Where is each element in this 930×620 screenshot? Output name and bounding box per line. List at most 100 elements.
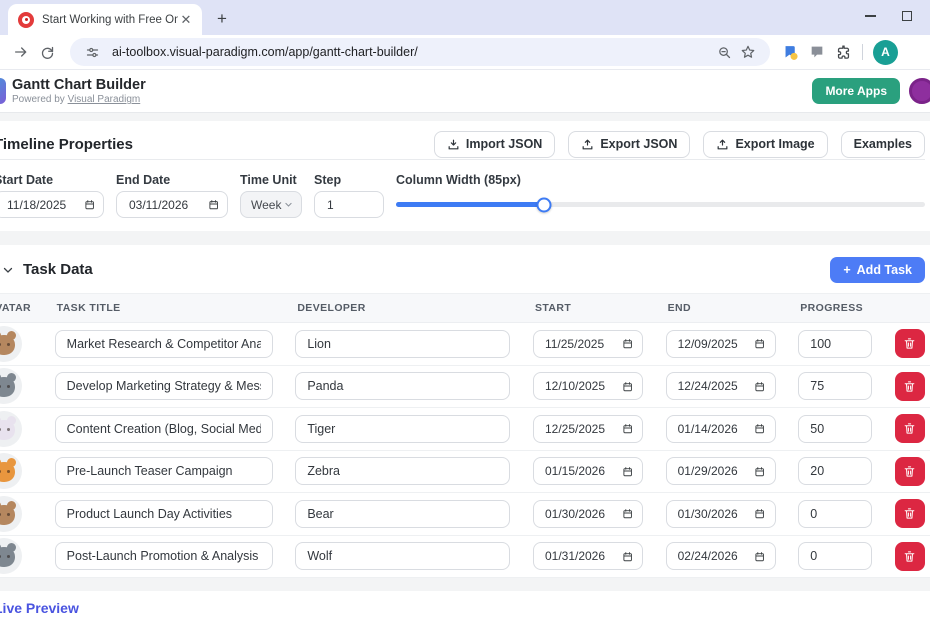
page-viewport: Gantt Chart Builder Powered by Visual Pa… xyxy=(0,70,930,620)
more-apps-button[interactable]: More Apps xyxy=(812,78,900,104)
import-json-button[interactable]: Import JSON xyxy=(434,131,555,158)
developer-input[interactable] xyxy=(295,415,510,443)
time-unit-select[interactable]: Week xyxy=(240,191,302,218)
start-date-input[interactable] xyxy=(545,337,622,351)
calendar-icon[interactable] xyxy=(754,337,765,350)
new-tab-button[interactable]: + xyxy=(210,7,234,31)
end-date-input[interactable] xyxy=(678,549,755,563)
bookmark-star-icon[interactable] xyxy=(736,40,760,64)
add-task-button[interactable]: + Add Task xyxy=(830,257,925,283)
maximize-button[interactable] xyxy=(902,11,912,21)
calendar-icon[interactable] xyxy=(622,380,633,393)
slider-thumb[interactable] xyxy=(537,197,552,212)
task-title-input[interactable] xyxy=(55,500,273,528)
start-date-field[interactable] xyxy=(533,542,643,570)
zoom-out-icon[interactable] xyxy=(712,40,736,64)
calendar-icon[interactable] xyxy=(208,198,219,211)
calendar-icon[interactable] xyxy=(622,550,633,563)
site-info-icon[interactable] xyxy=(80,40,104,64)
developer-input[interactable] xyxy=(295,500,510,528)
calendar-icon[interactable] xyxy=(754,465,765,478)
export-image-button[interactable]: Export Image xyxy=(703,131,827,158)
export-json-button[interactable]: Export JSON xyxy=(568,131,690,158)
task-title-input[interactable] xyxy=(55,415,273,443)
end-date-input[interactable] xyxy=(678,422,755,436)
column-width-slider[interactable] xyxy=(396,202,925,207)
delete-task-button[interactable] xyxy=(895,542,925,571)
delete-task-button[interactable] xyxy=(895,499,925,528)
address-bar[interactable]: ai-toolbox.visual-paradigm.com/app/gantt… xyxy=(70,38,770,66)
task-title-input[interactable] xyxy=(55,457,273,485)
end-date-input[interactable] xyxy=(678,337,755,351)
calendar-icon[interactable] xyxy=(622,465,633,478)
task-title-input[interactable] xyxy=(55,542,273,570)
tab-close-icon[interactable]: ✕ xyxy=(178,12,194,28)
progress-input[interactable] xyxy=(798,500,872,528)
developer-input[interactable] xyxy=(295,372,510,400)
calendar-icon[interactable] xyxy=(622,337,633,350)
start-date-input[interactable] xyxy=(545,422,622,436)
start-date-input[interactable] xyxy=(545,464,622,478)
calendar-icon[interactable] xyxy=(622,422,633,435)
reload-icon[interactable] xyxy=(34,39,60,65)
progress-input[interactable] xyxy=(798,330,872,358)
start-date-field[interactable] xyxy=(533,457,643,485)
start-date-field[interactable] xyxy=(533,500,643,528)
col-start: START xyxy=(533,302,643,314)
start-date-field[interactable] xyxy=(533,372,643,400)
step-field[interactable] xyxy=(314,191,384,218)
start-date-field[interactable] xyxy=(533,415,643,443)
delete-task-button[interactable] xyxy=(895,329,925,358)
end-date-input[interactable] xyxy=(678,507,755,521)
browser-tab[interactable]: Start Working with Free Online ✕ xyxy=(8,4,202,35)
developer-input[interactable] xyxy=(295,330,510,358)
calendar-icon[interactable] xyxy=(754,380,765,393)
delete-task-button[interactable] xyxy=(895,457,925,486)
blue-extension-icon[interactable] xyxy=(782,44,799,61)
delete-task-button[interactable] xyxy=(895,372,925,401)
calendar-icon[interactable] xyxy=(84,198,95,211)
developer-input[interactable] xyxy=(295,457,510,485)
end-date-field[interactable] xyxy=(666,457,776,485)
end-date-field[interactable] xyxy=(666,500,776,528)
calendar-icon[interactable] xyxy=(754,550,765,563)
forward-icon[interactable] xyxy=(8,39,34,65)
gray-extension-icon[interactable] xyxy=(809,44,825,60)
end-date-input[interactable] xyxy=(129,198,208,212)
start-date-field[interactable] xyxy=(533,330,643,358)
start-date-input[interactable] xyxy=(545,379,622,393)
end-date-input[interactable] xyxy=(678,464,755,478)
end-date-field[interactable] xyxy=(666,372,776,400)
developer-input[interactable] xyxy=(295,542,510,570)
profile-badge[interactable] xyxy=(909,78,930,104)
profile-avatar[interactable]: A xyxy=(873,40,898,65)
examples-button[interactable]: Examples xyxy=(841,131,925,158)
minimize-button[interactable] xyxy=(865,15,876,17)
end-date-field[interactable] xyxy=(666,542,776,570)
end-date-field[interactable] xyxy=(666,415,776,443)
end-date-field[interactable] xyxy=(116,191,228,218)
start-date-field[interactable] xyxy=(0,191,104,218)
step-input[interactable] xyxy=(327,198,375,212)
calendar-icon[interactable] xyxy=(754,507,765,520)
tiger-avatar-icon xyxy=(0,453,22,489)
progress-input[interactable] xyxy=(798,415,872,443)
visual-paradigm-link[interactable]: Visual Paradigm xyxy=(68,94,141,105)
raccoon-avatar-icon xyxy=(0,368,22,404)
collapse-chevron-icon[interactable] xyxy=(2,264,14,276)
delete-task-button[interactable] xyxy=(895,414,925,443)
url-text[interactable]: ai-toolbox.visual-paradigm.com/app/gantt… xyxy=(112,45,712,59)
task-title-input[interactable] xyxy=(55,330,273,358)
task-title-input[interactable] xyxy=(55,372,273,400)
extensions-puzzle-icon[interactable] xyxy=(835,44,852,61)
calendar-icon[interactable] xyxy=(622,507,633,520)
start-date-input[interactable] xyxy=(7,198,84,212)
progress-input[interactable] xyxy=(798,457,872,485)
start-date-input[interactable] xyxy=(545,507,622,521)
end-date-field[interactable] xyxy=(666,330,776,358)
progress-input[interactable] xyxy=(798,542,872,570)
start-date-input[interactable] xyxy=(545,549,622,563)
end-date-input[interactable] xyxy=(678,379,755,393)
calendar-icon[interactable] xyxy=(754,422,765,435)
progress-input[interactable] xyxy=(798,372,872,400)
